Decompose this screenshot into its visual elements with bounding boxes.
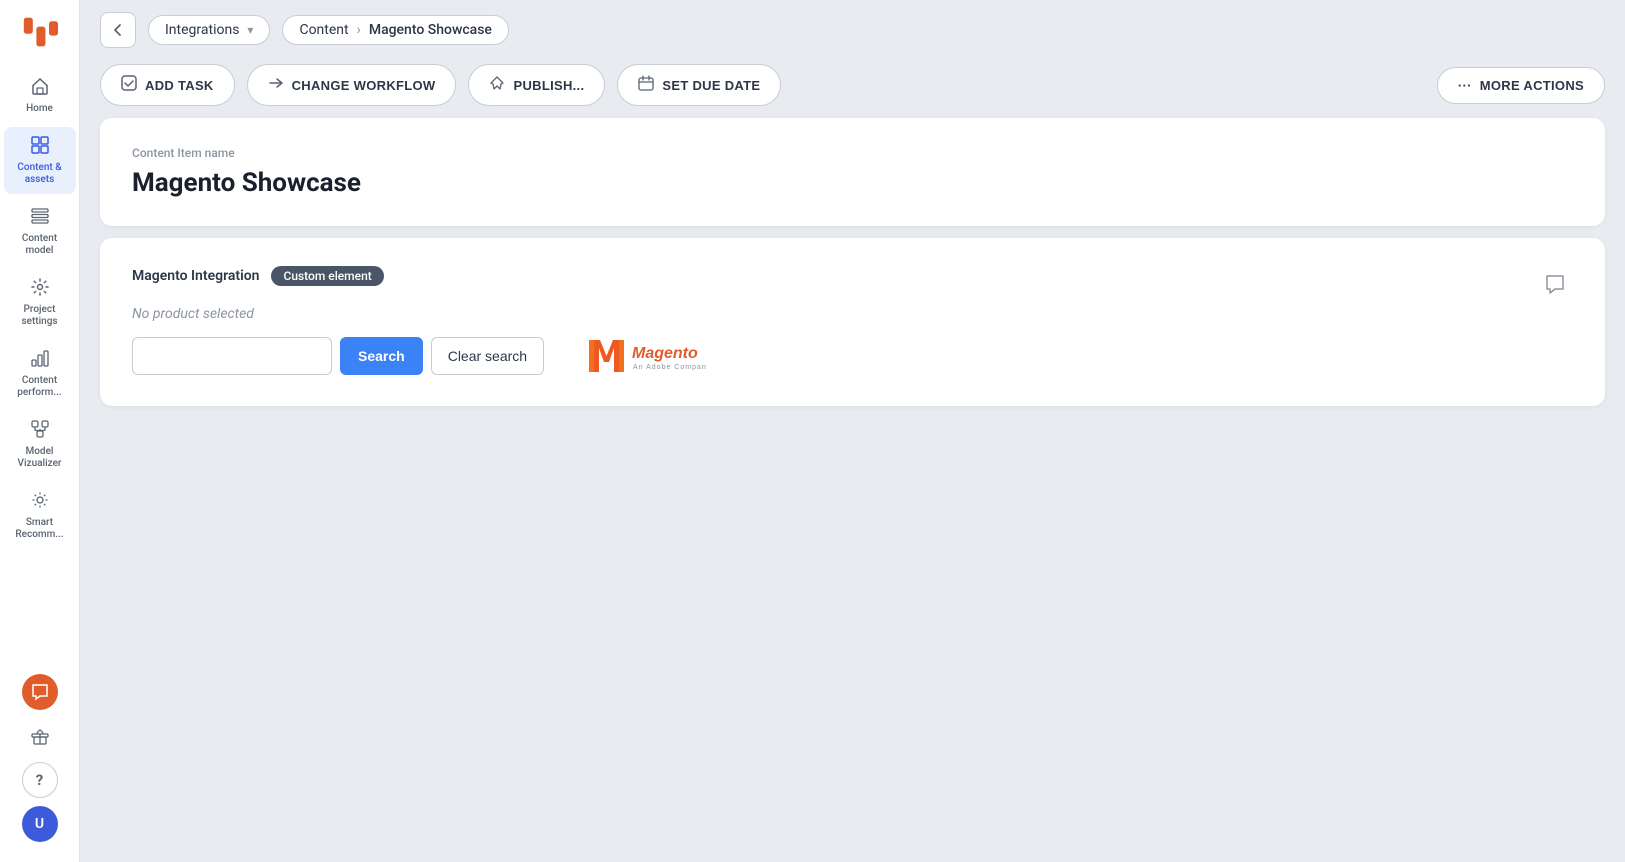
no-product-text: No product selected: [132, 306, 1537, 322]
smart-recomm-icon: [30, 490, 50, 513]
vizualizer-icon: [30, 419, 50, 442]
sidebar-item-label-content-perform: Content perform...: [8, 375, 72, 399]
sidebar-item-project-settings[interactable]: Project settings: [4, 269, 76, 336]
sidebar-item-label-content-model: Content model: [8, 233, 72, 257]
content-model-icon: [30, 206, 50, 229]
analytics-icon: [30, 348, 50, 371]
content-item-label: Content Item name: [132, 146, 1573, 160]
add-task-label: ADD TASK: [145, 78, 214, 93]
breadcrumb-separator-icon: ›: [357, 22, 361, 38]
sidebar-item-home[interactable]: Home: [4, 68, 76, 123]
svg-text:Magento: Magento: [632, 345, 698, 362]
magento-logo-svg: Magento An Adobe Company: [576, 334, 706, 378]
integration-header: Magento Integration Custom element: [132, 266, 1537, 286]
workflow-icon: [268, 75, 284, 95]
content-item-card: Content Item name Magento Showcase: [100, 118, 1605, 226]
search-button[interactable]: Search: [340, 337, 423, 375]
help-button[interactable]: ?: [22, 762, 58, 798]
publish-button[interactable]: PUBLISH...: [468, 64, 605, 106]
publish-icon: [489, 75, 505, 95]
sidebar-item-content-model[interactable]: Content model: [4, 198, 76, 265]
user-avatar[interactable]: U: [22, 806, 58, 842]
clear-search-label: Clear search: [448, 348, 527, 364]
integration-label: Magento Integration: [132, 268, 259, 284]
search-button-label: Search: [358, 348, 405, 364]
breadcrumb-current: Magento Showcase: [369, 22, 492, 38]
change-workflow-button[interactable]: CHANGE WORKFLOW: [247, 64, 457, 106]
top-bar: Integrations ▾ Content › Magento Showcas…: [80, 0, 1625, 48]
search-row: Search Clear search: [132, 334, 1537, 378]
svg-text:An Adobe Company: An Adobe Company: [633, 364, 706, 371]
sidebar-item-smart-recomm[interactable]: Smart Recomm...: [4, 482, 76, 549]
search-input[interactable]: [132, 337, 332, 375]
home-icon: [30, 76, 50, 99]
back-button[interactable]: [100, 12, 136, 48]
content-area: Content Item name Magento Showcase Magen…: [80, 118, 1625, 862]
sidebar-item-model-vizualizer[interactable]: Model Vizualizer: [4, 411, 76, 478]
publish-label: PUBLISH...: [513, 78, 584, 93]
action-bar: ADD TASK CHANGE WORKFLOW PUBLISH...: [80, 48, 1625, 118]
sidebar-bottom: ? U: [22, 674, 58, 850]
change-workflow-label: CHANGE WORKFLOW: [292, 78, 436, 93]
settings-icon: [30, 277, 50, 300]
sidebar-item-content-perform[interactable]: Content perform...: [4, 340, 76, 407]
set-due-date-label: SET DUE DATE: [662, 78, 760, 93]
integration-card: Magento Integration Custom element No pr…: [100, 238, 1605, 406]
content-item-title: Magento Showcase: [132, 168, 1573, 198]
clear-search-button[interactable]: Clear search: [431, 337, 544, 375]
comment-button[interactable]: [1537, 266, 1573, 302]
sidebar-item-label-content-assets: Content & assets: [8, 162, 72, 186]
set-due-date-button[interactable]: SET DUE DATE: [617, 64, 781, 106]
app-logo: [20, 12, 60, 52]
breadcrumb-content: Content: [299, 22, 348, 38]
sidebar-item-content-assets[interactable]: Content & assets: [4, 127, 76, 194]
breadcrumb-path: Content › Magento Showcase: [282, 15, 508, 45]
chat-button[interactable]: [22, 674, 58, 710]
check-icon: [121, 75, 137, 95]
sidebar-item-label-project-settings: Project settings: [8, 304, 72, 328]
magento-logo: Magento An Adobe Company: [576, 334, 706, 378]
more-dots-label: ···: [1458, 78, 1472, 93]
gift-button[interactable]: [22, 718, 58, 754]
sidebar-item-label-home: Home: [26, 103, 53, 115]
integration-card-row: Magento Integration Custom element No pr…: [132, 266, 1573, 378]
dropdown-arrow-icon: ▾: [247, 23, 253, 37]
main-area: Integrations ▾ Content › Magento Showcas…: [80, 0, 1625, 862]
integrations-dropdown[interactable]: Integrations ▾: [148, 15, 270, 45]
integration-card-inner: Magento Integration Custom element No pr…: [132, 266, 1537, 378]
calendar-icon: [638, 75, 654, 95]
more-actions-label: MORE ACTIONS: [1480, 78, 1584, 93]
more-actions-button[interactable]: ··· MORE ACTIONS: [1437, 67, 1605, 104]
custom-element-badge: Custom element: [271, 266, 383, 286]
integrations-label: Integrations: [165, 22, 239, 38]
sidebar-item-label-smart-recomm: Smart Recomm...: [8, 517, 72, 541]
content-assets-icon: [30, 135, 50, 158]
sidebar: Home Content & assets Content model: [0, 0, 80, 862]
add-task-button[interactable]: ADD TASK: [100, 64, 235, 106]
sidebar-item-label-model-vizualizer: Model Vizualizer: [8, 446, 72, 470]
